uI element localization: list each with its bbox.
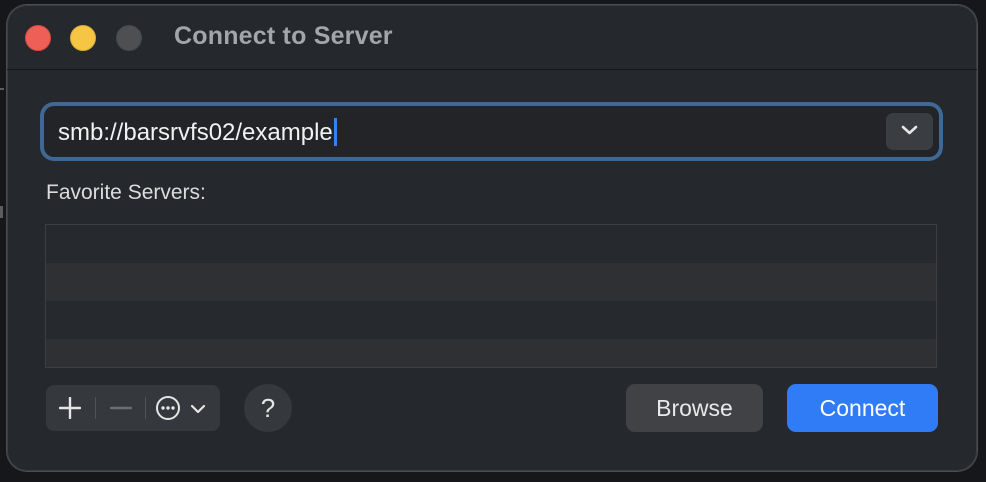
favorite-servers-label: Favorite Servers: [46, 181, 206, 204]
plus-icon [59, 397, 81, 419]
server-address-field[interactable]: smb://barsrvfs02/example [44, 106, 939, 157]
list-item[interactable] [46, 263, 936, 301]
close-window-button[interactable] [25, 25, 51, 51]
minimize-window-button[interactable] [70, 25, 96, 51]
chevron-down-icon [190, 404, 206, 414]
help-button[interactable]: ? [244, 384, 292, 432]
browse-button[interactable]: Browse [626, 384, 763, 432]
window-title: Connect to Server [174, 22, 393, 50]
remove-favorite-button[interactable] [96, 385, 145, 431]
ellipsis-circle-icon [156, 396, 180, 420]
server-address-input[interactable]: smb://barsrvfs02/example [58, 117, 337, 148]
text-caret [333, 117, 337, 146]
favorite-servers-list[interactable] [45, 224, 937, 368]
connect-button[interactable]: Connect [787, 384, 938, 432]
server-address-focus-ring: smb://barsrvfs02/example [40, 102, 943, 161]
chevron-down-icon [901, 125, 918, 135]
list-item[interactable] [46, 339, 936, 367]
background-artifact [0, 88, 4, 90]
zoom-window-button[interactable] [116, 25, 142, 51]
list-item[interactable] [46, 225, 936, 263]
favorites-segmented-control [46, 385, 220, 431]
background-artifact [0, 206, 3, 218]
recent-servers-dropdown-button[interactable] [886, 113, 933, 150]
connect-to-server-window: Connect to Server smb://barsrvfs02/examp… [7, 5, 977, 471]
list-item[interactable] [46, 301, 936, 339]
favorite-actions-menu-button[interactable] [146, 385, 220, 431]
title-bar: Connect to Server [7, 5, 977, 70]
add-favorite-button[interactable] [46, 385, 95, 431]
minus-icon [110, 406, 132, 410]
server-address-value: smb://barsrvfs02/example [58, 119, 333, 146]
